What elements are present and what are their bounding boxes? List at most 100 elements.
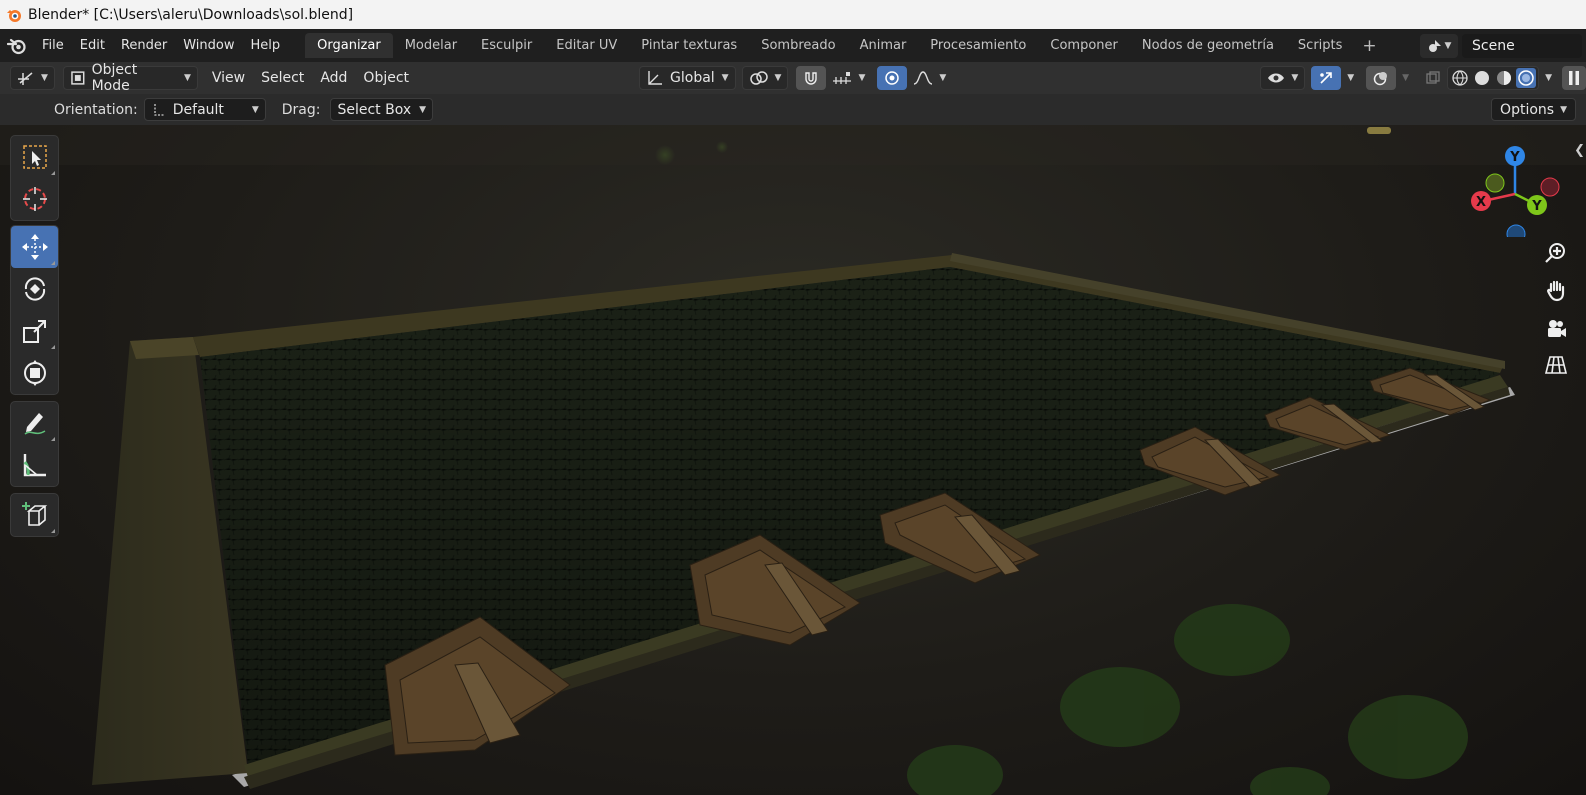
rendered-shading-icon[interactable] <box>1516 68 1537 88</box>
window-titlebar: Blender* [C:\Users\aleru\Downloads\sol.b… <box>0 0 1586 29</box>
proportional-falloff-dropdown[interactable]: ▼ <box>907 66 952 90</box>
gizmo-dropdown[interactable]: ▼ <box>1341 66 1360 90</box>
gizmo-neg-z-icon[interactable] <box>1506 224 1526 237</box>
measure-tool[interactable] <box>11 444 58 486</box>
blender-menu-icon[interactable] <box>0 29 34 62</box>
tab-sombreado[interactable]: Sombreado <box>749 33 847 58</box>
annotate-tool[interactable] <box>11 402 58 444</box>
drag-label: Drag: <box>281 101 321 118</box>
menu-help[interactable]: Help <box>243 34 289 58</box>
tool-variants-indicator <box>51 529 55 533</box>
material-preview-icon[interactable] <box>1494 68 1514 88</box>
tab-pintar-texturas[interactable]: Pintar texturas <box>629 33 749 58</box>
scene-type-button[interactable]: ▼ <box>1420 33 1458 58</box>
pause-icon <box>1569 71 1579 85</box>
menu-render[interactable]: Render <box>113 34 175 58</box>
wireframe-shading-icon[interactable] <box>1450 68 1470 88</box>
mode-dropdown[interactable]: Object Mode ▼ <box>62 62 198 94</box>
tab-organizar[interactable]: Organizar <box>305 33 393 58</box>
chevron-down-icon: ▼ <box>41 73 48 83</box>
toolbar-annotate-group <box>10 401 59 487</box>
shading-dropdown[interactable]: ▼ <box>1539 66 1558 90</box>
scale-tool[interactable] <box>11 310 58 352</box>
gizmo-icon <box>1320 72 1333 84</box>
chevron-down-icon: ▼ <box>1402 73 1410 83</box>
menu-object[interactable]: Object <box>355 70 417 86</box>
add-workspace-button[interactable]: + <box>1354 36 1384 56</box>
pan-view-button[interactable] <box>1540 275 1572 307</box>
camera-icon <box>1548 320 1566 337</box>
zoom-view-button[interactable] <box>1540 237 1572 269</box>
xray-toggle[interactable] <box>1419 66 1447 90</box>
orientation-global-icon <box>648 71 663 85</box>
grid-perspective-icon <box>1544 356 1568 374</box>
orientation-dropdown[interactable]: Default ▼ <box>143 98 266 121</box>
transform-icon <box>23 360 46 386</box>
magnet-icon <box>805 72 818 85</box>
options-dropdown[interactable]: Options ▼ <box>1491 98 1576 121</box>
falloff-curve-icon <box>914 71 933 85</box>
select-box-tool[interactable] <box>11 136 58 178</box>
tab-componer[interactable]: Componer <box>1038 33 1129 58</box>
ruler-icon <box>23 454 46 477</box>
blender-logo-icon <box>7 9 21 22</box>
snap-toggle[interactable] <box>796 66 827 90</box>
toolbar-add-group <box>10 493 59 537</box>
menu-view[interactable]: View <box>204 70 253 86</box>
proportional-edit-icon <box>885 71 900 85</box>
options-label: Options <box>1500 101 1555 118</box>
add-cube-tool[interactable] <box>11 494 58 536</box>
menu-window[interactable]: Window <box>175 34 242 58</box>
orientation-label: Global <box>670 70 715 86</box>
snap-target-dropdown[interactable]: ▼ <box>826 66 871 90</box>
overlays-dropdown[interactable]: ▼ <box>1396 66 1415 90</box>
transform-orientation-dropdown[interactable]: Global ▼ <box>639 66 736 90</box>
scale-icon <box>22 320 46 343</box>
zoom-icon <box>1545 243 1565 263</box>
menu-file[interactable]: File <box>34 34 72 58</box>
gizmo-neg-x-icon[interactable] <box>1540 177 1560 197</box>
tab-esculpir[interactable]: Esculpir <box>469 33 544 58</box>
chevron-down-icon: ▼ <box>858 73 866 83</box>
drag-value: Select Box <box>337 101 412 118</box>
menu-edit[interactable]: Edit <box>72 34 113 58</box>
perspective-toggle-button[interactable] <box>1540 349 1572 381</box>
move-tool[interactable] <box>11 226 58 268</box>
proportional-editing-toggle[interactable] <box>877 66 908 90</box>
cursor-tool[interactable] <box>11 178 58 220</box>
tool-variants-indicator <box>51 345 55 349</box>
orientation-default-icon <box>154 103 164 116</box>
overlays-toggle[interactable] <box>1366 66 1397 90</box>
tab-modelar[interactable]: Modelar <box>393 33 469 58</box>
tab-scripts[interactable]: Scripts <box>1286 33 1354 58</box>
scene-name-field[interactable]: Scene <box>1462 33 1582 58</box>
gizmo-neg-y-icon[interactable] <box>1485 173 1505 193</box>
3d-viewport[interactable]: Y X Y ❮ <box>0 125 1586 795</box>
trees <box>907 604 1468 795</box>
navigation-gizmo[interactable]: Y X Y <box>1470 137 1570 237</box>
menu-select[interactable]: Select <box>253 70 312 86</box>
visibility-dropdown[interactable]: ▼ <box>1260 66 1306 90</box>
pause-render-button[interactable] <box>1562 66 1586 90</box>
rendered-scene[interactable] <box>0 125 1586 795</box>
tab-procesamiento[interactable]: Procesamiento <box>918 33 1038 58</box>
solid-shading-icon[interactable] <box>1472 68 1492 88</box>
pivot-point-dropdown[interactable]: ▼ <box>741 66 789 90</box>
tab-editar-uv[interactable]: Editar UV <box>544 33 629 58</box>
tab-animar[interactable]: Animar <box>848 33 919 58</box>
sidebar-toggle-icon[interactable]: ❮ <box>1574 143 1585 158</box>
viewport-header: ▼ Object Mode ▼ View Select Add Object G… <box>0 62 1586 94</box>
orientation-label: Orientation: <box>54 101 138 118</box>
chevron-down-icon: ▼ <box>183 73 191 83</box>
gizmo-toggle[interactable] <box>1311 66 1342 90</box>
tab-nodos-geometria[interactable]: Nodos de geometría <box>1130 33 1286 58</box>
menu-add[interactable]: Add <box>312 70 355 86</box>
transform-tool[interactable] <box>11 352 58 394</box>
rotate-tool[interactable] <box>11 268 58 310</box>
drag-dropdown[interactable]: Select Box ▼ <box>330 98 434 121</box>
snap-increment-icon <box>833 72 852 84</box>
chevron-down-icon: ▼ <box>939 73 947 83</box>
camera-view-button[interactable] <box>1540 313 1572 345</box>
scene-selector: ▼ Scene <box>1420 29 1586 62</box>
editor-type-button[interactable]: ▼ <box>10 66 55 90</box>
